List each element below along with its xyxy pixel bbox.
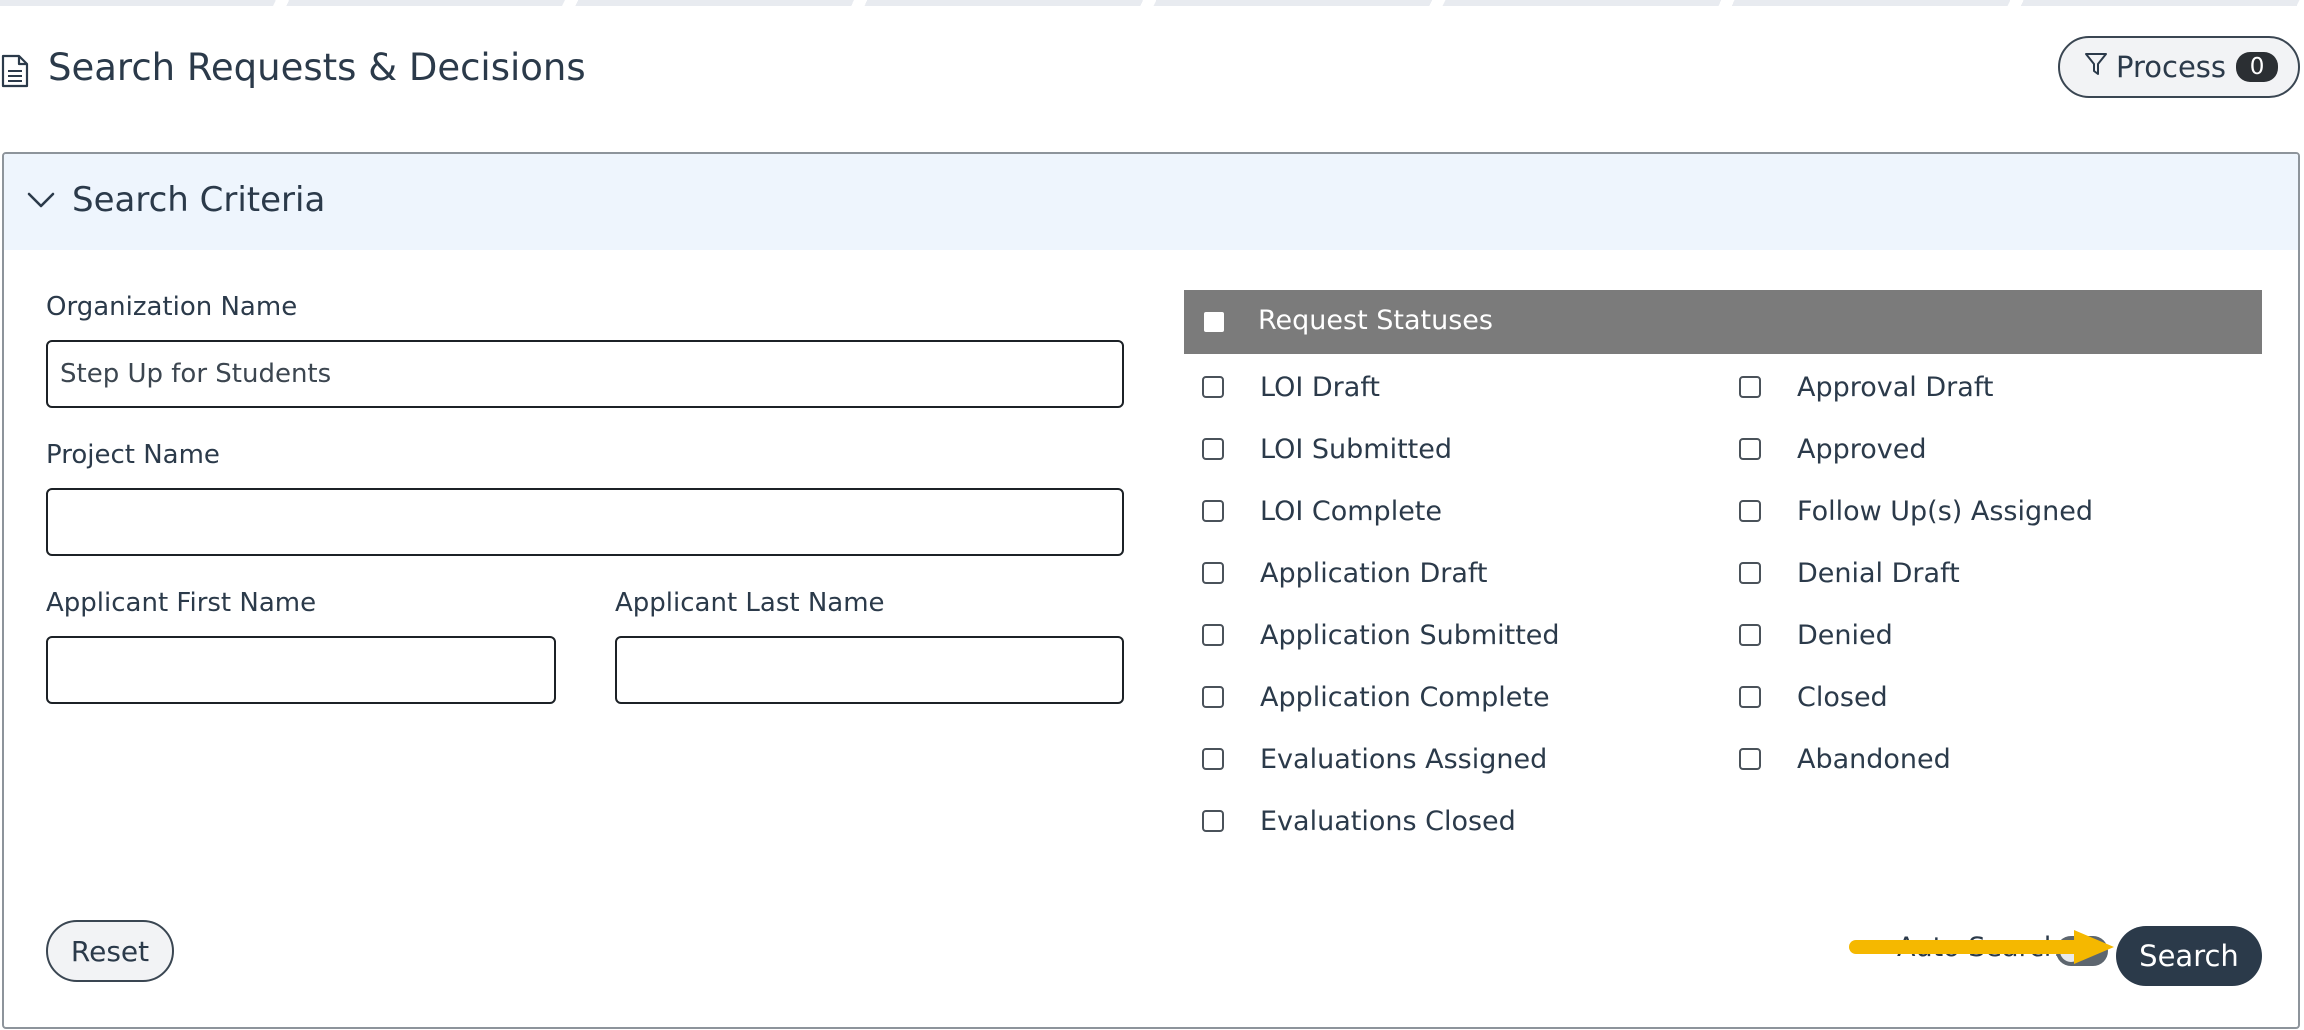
page-title: Search Requests & Decisions	[48, 46, 586, 89]
status-option[interactable]: Application Submitted	[1202, 615, 1560, 655]
search-button[interactable]: Search	[2116, 926, 2262, 986]
applicant-last-name-input[interactable]	[615, 636, 1124, 704]
status-label: Closed	[1797, 681, 1888, 713]
process-button[interactable]: Process 0	[2058, 36, 2300, 98]
chevron-down-icon[interactable]	[26, 190, 56, 214]
status-option[interactable]: Evaluations Assigned	[1202, 739, 1547, 779]
request-statuses-header: Request Statuses	[1184, 290, 2262, 354]
request-statuses-title: Request Statuses	[1258, 305, 1493, 336]
status-checkbox[interactable]	[1202, 438, 1224, 460]
status-checkbox[interactable]	[1739, 438, 1761, 460]
applicant-first-name-input[interactable]	[46, 636, 556, 704]
organization-name-input[interactable]	[46, 340, 1124, 408]
status-label: Abandoned	[1797, 743, 1951, 775]
status-label: LOI Complete	[1260, 495, 1442, 527]
document-icon	[0, 54, 30, 92]
status-label: Application Complete	[1260, 681, 1550, 713]
reset-button[interactable]: Reset	[46, 920, 174, 982]
filter-icon	[2084, 50, 2108, 84]
status-option[interactable]: LOI Complete	[1202, 491, 1442, 531]
status-option[interactable]: Abandoned	[1739, 739, 1951, 779]
status-checkbox[interactable]	[1739, 624, 1761, 646]
status-checkbox[interactable]	[1202, 624, 1224, 646]
status-option[interactable]: LOI Submitted	[1202, 429, 1452, 469]
status-label: Evaluations Assigned	[1260, 743, 1548, 775]
applicant-first-name-label: Applicant First Name	[46, 588, 317, 618]
select-all-statuses-checkbox[interactable]	[1204, 312, 1224, 332]
status-label: Denial Draft	[1797, 557, 1960, 589]
status-label: LOI Draft	[1260, 371, 1380, 403]
status-option[interactable]: Application Complete	[1202, 677, 1550, 717]
status-label: Approval Draft	[1797, 371, 1994, 403]
status-option[interactable]: Closed	[1739, 677, 1888, 717]
organization-name-label: Organization Name	[46, 292, 298, 322]
status-option[interactable]: Evaluations Closed	[1202, 801, 1516, 841]
status-option[interactable]: Follow Up(s) Assigned	[1739, 491, 2093, 531]
status-label: LOI Submitted	[1260, 433, 1452, 465]
status-option[interactable]: Denial Draft	[1739, 553, 1960, 593]
top-strip	[0, 0, 2304, 6]
status-option[interactable]: Approved	[1739, 429, 1927, 469]
status-checkbox[interactable]	[1202, 562, 1224, 584]
status-checkbox[interactable]	[1202, 748, 1224, 770]
applicant-last-name-label: Applicant Last Name	[615, 588, 885, 618]
status-checkbox[interactable]	[1202, 686, 1224, 708]
project-name-label: Project Name	[46, 440, 220, 470]
status-label: Follow Up(s) Assigned	[1797, 495, 2093, 527]
status-option[interactable]: Denied	[1739, 615, 1893, 655]
search-criteria-title: Search Criteria	[72, 180, 326, 220]
search-criteria-header[interactable]: Search Criteria	[4, 154, 2298, 250]
status-option[interactable]: Approval Draft	[1739, 367, 1993, 407]
status-checkbox[interactable]	[1202, 376, 1224, 398]
status-checkbox[interactable]	[1739, 748, 1761, 770]
status-checkbox[interactable]	[1202, 500, 1224, 522]
process-label: Process	[2116, 50, 2227, 84]
status-option[interactable]: LOI Draft	[1202, 367, 1380, 407]
status-checkbox[interactable]	[1739, 376, 1761, 398]
status-label: Application Submitted	[1260, 619, 1560, 651]
status-checkbox[interactable]	[1739, 686, 1761, 708]
status-checkbox[interactable]	[1739, 562, 1761, 584]
status-option[interactable]: Application Draft	[1202, 553, 1488, 593]
annotation-arrow-icon	[1848, 926, 2118, 970]
project-name-input[interactable]	[46, 488, 1124, 556]
status-label: Approved	[1797, 433, 1927, 465]
status-label: Evaluations Closed	[1260, 805, 1516, 837]
process-count-badge: 0	[2236, 52, 2279, 82]
status-checkbox[interactable]	[1202, 810, 1224, 832]
status-checkbox[interactable]	[1739, 500, 1761, 522]
status-label: Application Draft	[1260, 557, 1488, 589]
status-label: Denied	[1797, 619, 1893, 651]
search-criteria-panel: Search Criteria Organization Name Projec…	[2, 152, 2300, 1029]
